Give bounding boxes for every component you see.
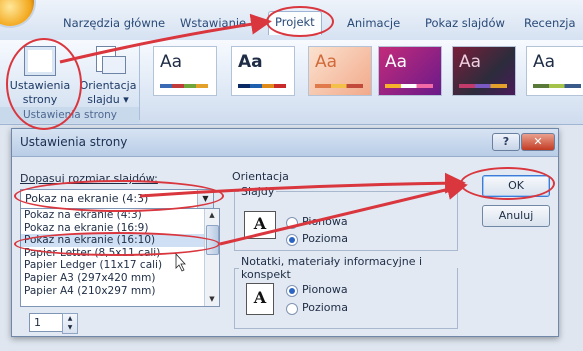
annotation-arrow-1 — [59, 13, 272, 64]
annotation-arrows — [59, 13, 468, 272]
annotation-arrow-2 — [139, 172, 466, 198]
mouse-cursor-icon — [175, 252, 186, 272]
annotation-arrow-3 — [219, 179, 468, 246]
